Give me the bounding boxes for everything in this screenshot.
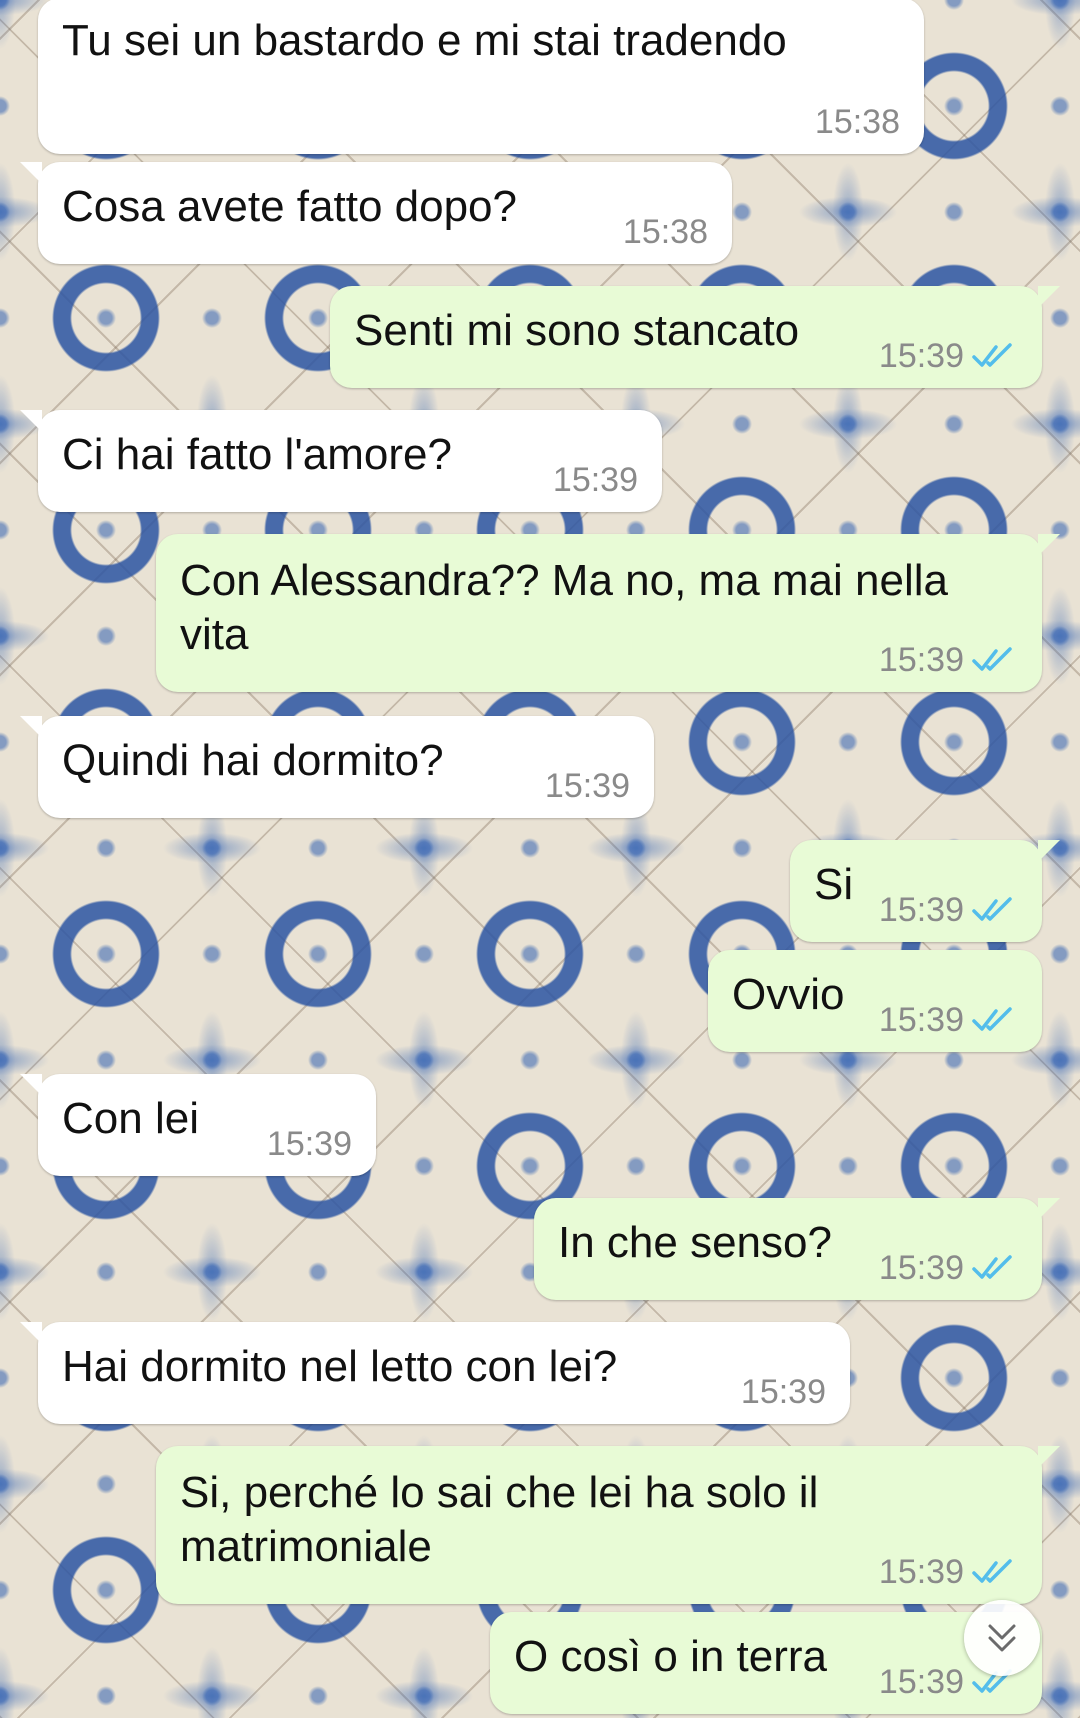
message-outgoing[interactable]: Con Alessandra?? Ma no, ma mai nella vit… — [156, 534, 1060, 692]
timestamp: 15:39 — [552, 461, 638, 499]
message-time: 15:38 — [815, 104, 900, 140]
message-time: 15:39 — [879, 1002, 1018, 1038]
message-outgoing[interactable]: Si 15:39 — [790, 840, 1060, 942]
message-text: Quindi hai dormito? — [62, 736, 444, 785]
timestamp: 15:38 — [814, 103, 900, 141]
timestamp: 15:38 — [622, 213, 708, 251]
double-check-icon — [972, 647, 1012, 671]
timestamp: 15:39 — [878, 1249, 964, 1287]
message-time: 15:38 — [623, 214, 708, 250]
message-time: 15:39 — [879, 1250, 1018, 1286]
message-time: 15:39 — [879, 892, 1018, 928]
message-text: Hai dormito nel letto con lei? — [62, 1342, 618, 1391]
message-text: Tu sei un bastardo e mi stai tradendo — [62, 16, 787, 65]
message-time: 15:39 — [879, 1554, 1018, 1590]
message-time: 15:39 — [879, 338, 1018, 374]
message-incoming[interactable]: Hai dormito nel letto con lei? 15:39 — [20, 1322, 850, 1424]
timestamp: 15:39 — [544, 767, 630, 805]
message-outgoing[interactable]: Si, perché lo sai che lei ha solo il mat… — [156, 1446, 1060, 1604]
message-text: Con lei — [62, 1094, 199, 1143]
message-list[interactable]: Tu sei un bastardo e mi stai tradendo 15… — [0, 0, 1080, 1718]
timestamp: 15:39 — [878, 891, 964, 929]
double-check-icon — [972, 343, 1012, 367]
message-time: 15:39 — [545, 768, 630, 804]
message-outgoing[interactable]: Ovvio 15:39 — [708, 950, 1042, 1052]
timestamp: 15:39 — [878, 1001, 964, 1039]
double-check-icon — [972, 1007, 1012, 1031]
message-text: In che senso? — [558, 1218, 832, 1267]
timestamp: 15:39 — [878, 641, 964, 679]
timestamp: 15:39 — [266, 1125, 352, 1163]
message-time: 15:39 — [553, 462, 638, 498]
message-text: Cosa avete fatto dopo? — [62, 182, 517, 231]
message-text: Si — [814, 860, 854, 909]
scroll-to-bottom-button[interactable] — [964, 1600, 1040, 1676]
double-check-icon — [972, 897, 1012, 921]
message-incoming[interactable]: Tu sei un bastardo e mi stai tradendo 15… — [38, 0, 924, 154]
message-time: 15:39 — [741, 1374, 826, 1410]
message-time: 15:39 — [879, 642, 1018, 678]
message-incoming[interactable]: Con lei 15:39 — [20, 1074, 376, 1176]
double-check-icon — [972, 1255, 1012, 1279]
message-incoming[interactable]: Cosa avete fatto dopo? 15:38 — [20, 162, 732, 264]
message-outgoing[interactable]: O così o in terra 15:39 — [490, 1612, 1042, 1714]
message-text: O così o in terra — [514, 1632, 828, 1681]
timestamp: 15:39 — [878, 337, 964, 375]
message-text: Ovvio — [732, 970, 845, 1019]
timestamp: 15:39 — [878, 1663, 964, 1701]
message-outgoing[interactable]: In che senso? 15:39 — [534, 1198, 1060, 1300]
double-check-icon — [972, 1559, 1012, 1583]
message-outgoing[interactable]: Senti mi sono stancato 15:39 — [330, 286, 1060, 388]
chevron-double-down-icon — [988, 1624, 1016, 1652]
message-time: 15:39 — [267, 1126, 352, 1162]
message-text: Senti mi sono stancato — [354, 306, 800, 355]
message-incoming[interactable]: Ci hai fatto l'amore? 15:39 — [20, 410, 662, 512]
timestamp: 15:39 — [740, 1373, 826, 1411]
message-incoming[interactable]: Quindi hai dormito? 15:39 — [20, 716, 654, 818]
timestamp: 15:39 — [878, 1553, 964, 1591]
message-text: Ci hai fatto l'amore? — [62, 430, 452, 479]
